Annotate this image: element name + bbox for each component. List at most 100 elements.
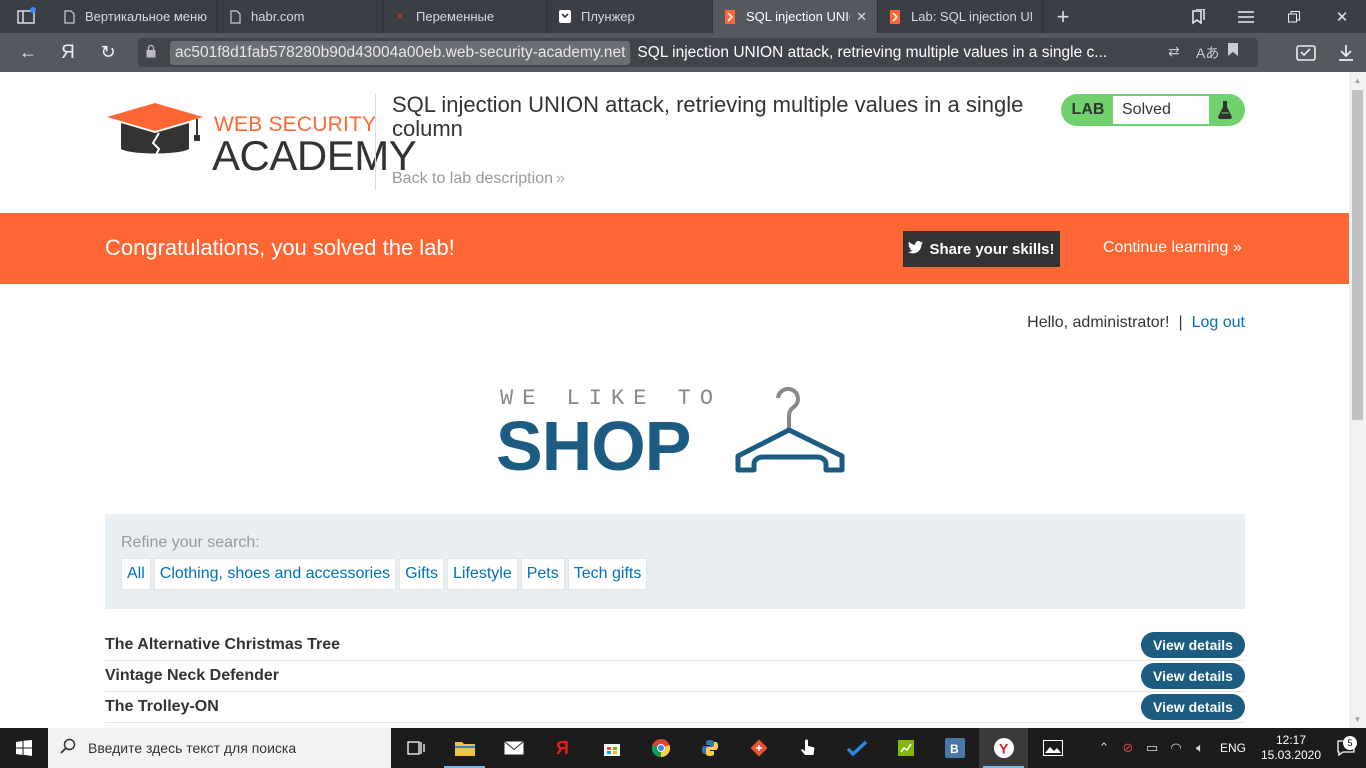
scroll-down-arrow-icon[interactable]: ▼ [1349,711,1366,728]
greeting: Hello, administrator! [1027,314,1170,331]
view-details-button[interactable]: View details [1141,694,1245,720]
search-placeholder: Введите здесь текст для поиска [88,740,297,756]
security-alert-icon[interactable]: ⊘ [1116,740,1140,756]
yandex-browser-red-icon[interactable]: Я [538,728,587,768]
category-lifestyle[interactable]: Lifestyle [447,558,518,590]
product-name: Vintage Neck Defender [105,667,279,684]
category-clothing[interactable]: Clothing, shoes and accessories [153,558,397,590]
tab-sql-injection-active[interactable]: SQL injection UNIO ✕ [713,0,878,33]
share-skills-button[interactable]: Share your skills! [903,231,1060,267]
photos-icon[interactable] [1028,728,1077,768]
address-field[interactable]: ac501f8d1fab578280b90d43004a00eb.web-sec… [138,38,1258,67]
tabs-sidebar-icon[interactable] [0,0,52,33]
reader-mode-icon[interactable]: Aあ [1196,43,1219,63]
category-filters: All Clothing, shoes and accessories Gift… [121,558,650,590]
svg-text:B: B [950,742,959,756]
tab-variables[interactable]: ✕ Переменные [383,0,548,33]
search-icon [60,738,76,759]
log-out-link[interactable]: Log out [1192,314,1245,331]
url-page-title: SQL injection UNION attack, retrieving m… [637,43,1108,61]
category-gifts[interactable]: Gifts [399,558,445,590]
taskbar-search-field[interactable]: Введите здесь текст для поиска [48,728,391,768]
file-explorer-icon[interactable] [440,728,489,768]
menu-hamburger-icon[interactable] [1222,0,1270,33]
page-viewport: WEB SECURITY ACADEMY SQL injection UNION… [0,72,1366,728]
red-x-favicon-icon: ✕ [395,11,405,23]
download-icon[interactable] [1326,33,1366,72]
clothes-hanger-icon [735,386,845,473]
bookmarks-icon[interactable] [1174,0,1222,33]
protect-icon[interactable] [1286,33,1326,72]
tab-plunger[interactable]: Плунжер [548,0,713,33]
page-scrollbar[interactable]: ▲ ▼ [1349,72,1366,728]
volume-icon[interactable]: 🔈︎ [1188,740,1212,756]
header-divider [375,94,376,190]
tab-title: Вертикальное меню [85,9,207,24]
academy-logo[interactable]: WEB SECURITY ACADEMY [107,99,417,177]
table-row: The Alternative Christmas Tree View deta… [105,630,1245,661]
tab-title: SQL injection UNIO [746,9,851,24]
category-pets[interactable]: Pets [520,558,565,590]
clock[interactable]: 12:17 15.03.2020 [1256,733,1326,763]
page-icon [228,9,242,24]
restore-window-icon[interactable] [1270,0,1318,33]
lab-solved-banner: Congratulations, you solved the lab! Sha… [0,213,1349,284]
battery-icon[interactable]: ▭ [1140,740,1164,756]
taskbar-apps: Я B Y [391,728,1077,768]
git-kraken-icon[interactable] [734,728,783,768]
tab-title: Переменные [416,9,495,24]
close-window-icon[interactable]: ✕ [1318,0,1366,33]
todo-check-icon[interactable] [832,728,881,768]
view-details-button[interactable]: View details [1141,632,1245,658]
notification-dot [30,7,36,13]
tab-title: Плунжер [581,9,635,24]
tab-vertical-menu[interactable]: Вертикальное меню [52,0,218,33]
product-name: The Trolley-ON [105,698,219,715]
task-view-icon[interactable] [391,728,440,768]
lab-label: LAB [1071,101,1105,118]
action-center-icon[interactable]: 5 [1326,736,1366,756]
vk-icon[interactable]: B [930,728,979,768]
tab-lab-sql-injection[interactable]: Lab: SQL injection UN [878,0,1043,33]
view-details-button[interactable]: View details [1141,663,1245,689]
lab-title: SQL injection UNION attack, retrieving m… [392,92,1024,141]
wifi-icon[interactable]: ◠ [1164,740,1188,756]
twitter-icon [908,240,924,258]
portswigger-favicon-icon [888,9,902,24]
microsoft-store-icon[interactable] [587,728,636,768]
lab-status-badge: LAB Solved [1061,94,1245,126]
python-icon[interactable] [685,728,734,768]
close-tab-icon[interactable]: ✕ [856,9,867,25]
category-tech-gifts[interactable]: Tech gifts [567,558,648,590]
table-row: The Trolley-ON View details [105,692,1245,723]
spreadsheet-app-icon[interactable] [881,728,930,768]
system-tray: ⌃ ⊘ ▭ ◠ 🔈︎ ENG 12:17 15.03.2020 5 [1092,728,1366,768]
continue-learning-link[interactable]: Continue learning » [1103,239,1242,257]
input-language[interactable]: ENG [1220,741,1246,755]
scroll-up-arrow-icon[interactable]: ▲ [1349,72,1366,89]
continue-learning-label: Continue learning [1103,239,1229,256]
windows-taskbar: Введите здесь текст для поиска Я B Y ⌃ ⊘… [0,728,1366,768]
bookmark-flag-icon[interactable] [1228,43,1238,59]
product-name: The Alternative Christmas Tree [105,636,341,653]
show-hidden-icons-chevron-icon[interactable]: ⌃ [1092,740,1116,756]
account-separator: | [1178,314,1183,331]
yandex-browser-active-icon[interactable]: Y [979,728,1028,768]
share-skills-label: Share your skills! [929,240,1055,258]
tab-habr[interactable]: habr.com [218,0,383,33]
yandex-logo-icon[interactable]: Я [48,33,88,72]
back-to-lab-description-link[interactable]: Back to lab description» [392,170,565,188]
translate-page-icon[interactable]: ⇄ [1168,43,1180,60]
new-tab-plus-icon[interactable]: + [1043,0,1083,33]
windows-start-icon[interactable] [0,728,48,768]
flask-icon [1209,101,1241,119]
account-bar: Hello, administrator! | Log out [1027,314,1245,332]
scrollbar-thumb[interactable] [1352,90,1363,420]
category-all[interactable]: All [121,558,151,590]
mail-icon[interactable] [489,728,538,768]
chrome-icon[interactable] [636,728,685,768]
touch-app-icon[interactable] [783,728,832,768]
academy-header: WEB SECURITY ACADEMY SQL injection UNION… [0,72,1349,213]
reload-icon[interactable]: ↻ [88,33,128,72]
back-arrow-icon[interactable]: ← [8,33,48,72]
